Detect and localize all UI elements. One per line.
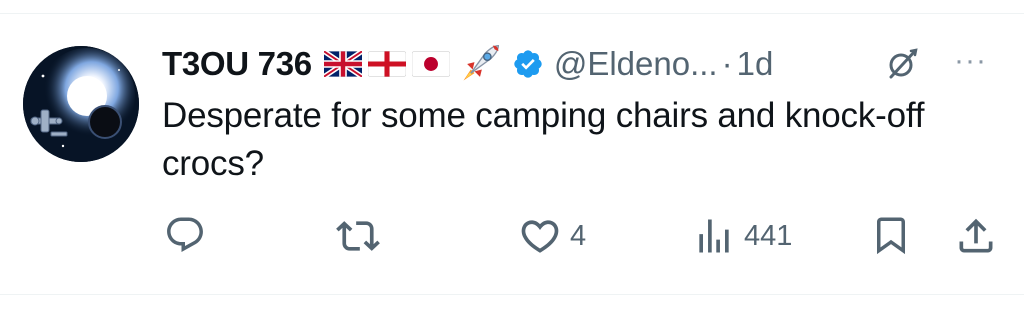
views-button[interactable]: 441 <box>692 214 792 258</box>
views-count: 441 <box>744 219 793 252</box>
views-icon <box>699 219 729 253</box>
avatar-image <box>23 46 139 162</box>
name-emojis <box>323 42 502 86</box>
bottom-divider <box>0 294 1024 295</box>
bookmark-icon <box>877 217 905 255</box>
japan-flag-icon <box>411 51 450 77</box>
author-name[interactable]: T3OU 736 <box>162 45 312 83</box>
timestamp[interactable]: 1d <box>737 45 774 83</box>
tweet-text: Desperate for some camping chairs and kn… <box>162 96 925 183</box>
retweet-icon <box>336 221 380 251</box>
share-button[interactable] <box>954 214 998 258</box>
avatar[interactable] <box>23 46 139 162</box>
verified-badge-icon[interactable] <box>512 48 544 80</box>
bookmark-button[interactable] <box>870 214 912 256</box>
tweet-header: T3OU 736 @Eldeno... · 1d ··· <box>162 42 1012 86</box>
share-icon <box>959 218 993 253</box>
retweet-button[interactable] <box>336 214 380 258</box>
action-bar: 4 441 <box>0 214 1024 262</box>
grok-icon[interactable] <box>884 46 920 82</box>
reply-icon <box>167 217 203 252</box>
heart-icon <box>521 220 559 253</box>
uk-flag-icon <box>323 51 362 77</box>
like-count: 4 <box>570 219 587 252</box>
author-handle[interactable]: @Eldeno... <box>554 45 718 83</box>
separator-dot: · <box>721 45 733 82</box>
more-options-icon[interactable]: ··· <box>954 44 987 78</box>
reply-button[interactable] <box>164 214 206 256</box>
rocket-icon <box>463 44 499 81</box>
england-flag-icon <box>367 51 406 77</box>
tweet[interactable]: T3OU 736 @Eldeno... · 1d ··· Desperate f… <box>0 14 1024 294</box>
like-button[interactable]: 4 <box>518 214 586 258</box>
